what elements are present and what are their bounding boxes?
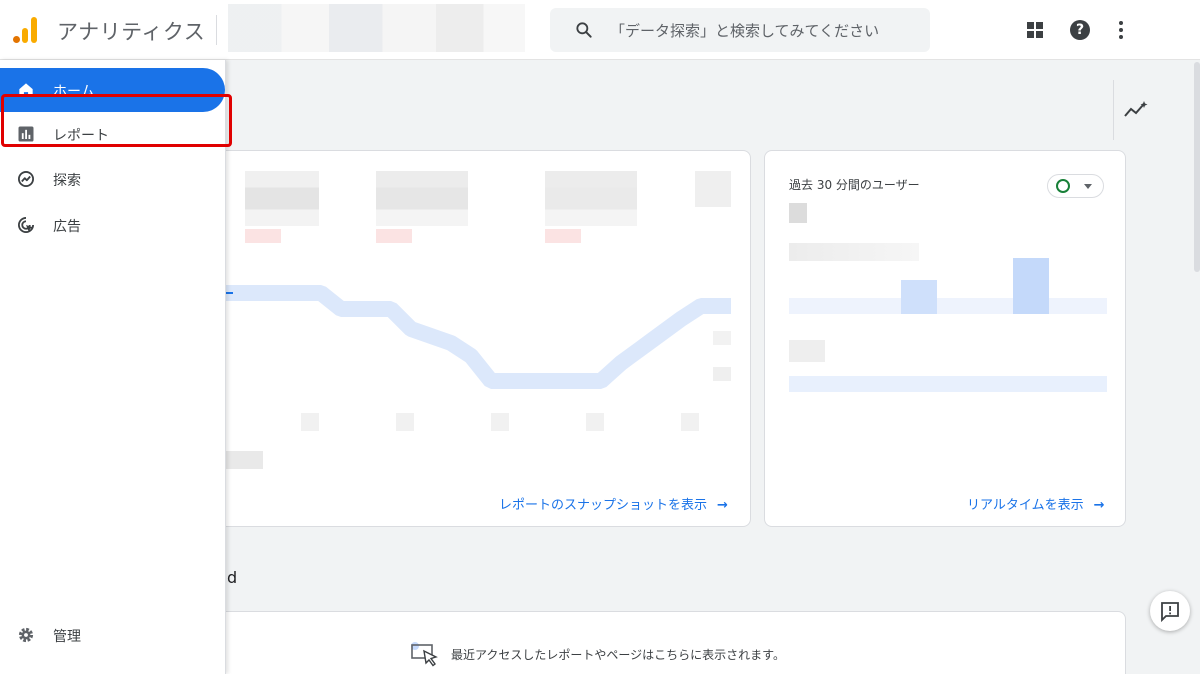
- recent-items-card: [200, 611, 1126, 674]
- realtime-status-dropdown[interactable]: [1047, 174, 1104, 198]
- ads-icon: [18, 217, 34, 233]
- app-title: アナリティクス: [57, 20, 206, 44]
- search-bar[interactable]: 「データ探索」と検索してみてください: [550, 8, 930, 52]
- left-navigation: ホーム レポート 探索 広告 管理: [0, 60, 226, 674]
- search-input[interactable]: 「データ探索」と検索してみてください: [610, 20, 879, 41]
- arrow-right-icon: →: [717, 498, 728, 513]
- sidebar-item-label: 管理: [53, 629, 81, 645]
- feedback-button[interactable]: [1150, 591, 1190, 631]
- blurred-metric: [545, 171, 637, 226]
- view-realtime-link[interactable]: リアルタイムを表示 →: [967, 494, 1105, 513]
- blurred-metric: [376, 171, 468, 226]
- divider: [1113, 80, 1114, 140]
- blurred-delta: [245, 229, 281, 243]
- chevron-down-icon: [1084, 184, 1092, 189]
- explore-icon: [18, 171, 34, 187]
- insights-icon[interactable]: [1124, 100, 1148, 120]
- apps-grid-icon[interactable]: [1027, 22, 1043, 38]
- sidebar-item-label: 探索: [53, 173, 81, 189]
- realtime-card: 過去 30 分間のユーザー リアルタイムを表示 →: [764, 150, 1126, 527]
- feedback-icon: [1161, 602, 1179, 623]
- search-icon: [576, 22, 592, 38]
- blurred-legend: [223, 451, 263, 469]
- overview-card: レポートのスナップショットを表示 →: [200, 150, 751, 527]
- explore-highlight-annotation: [1, 94, 232, 147]
- blurred-bar-chart: [789, 258, 1107, 392]
- realtime-card-title: 過去 30 分間のユーザー: [789, 178, 920, 192]
- sidebar-item-label: 広告: [53, 219, 81, 235]
- account-selector-blurred[interactable]: [228, 4, 525, 52]
- scrollbar[interactable]: [1194, 62, 1200, 272]
- recent-section-heading: d: [227, 568, 238, 587]
- recent-empty-message: 最近アクセスしたレポートやページはこちらに表示されます。: [451, 648, 785, 662]
- blurred-count: [789, 203, 807, 223]
- blurred-axis-labels: [301, 413, 731, 431]
- analytics-logo-icon[interactable]: [13, 17, 39, 43]
- top-app-bar: アナリティクス 「データ探索」と検索してみてください ?: [0, 0, 1200, 60]
- arrow-right-icon: →: [1093, 498, 1105, 513]
- blurred-metric: [695, 171, 731, 207]
- sidebar-item-admin[interactable]: 管理: [0, 613, 225, 657]
- sidebar-item-ads[interactable]: 広告: [0, 203, 225, 247]
- divider: [216, 15, 217, 45]
- help-icon[interactable]: ?: [1070, 20, 1090, 40]
- cursor-click-icon: [411, 642, 438, 667]
- sidebar-item-explore[interactable]: 探索: [0, 157, 225, 201]
- view-snapshot-link[interactable]: レポートのスナップショットを表示 →: [499, 494, 728, 513]
- blurred-delta: [376, 229, 412, 243]
- blurred-line-chart: [211, 285, 731, 389]
- gear-icon: [18, 627, 34, 643]
- blurred-metric: [245, 171, 319, 226]
- check-circle-icon: [1056, 179, 1070, 193]
- blurred-delta: [545, 229, 581, 243]
- more-vert-icon[interactable]: [1119, 21, 1123, 39]
